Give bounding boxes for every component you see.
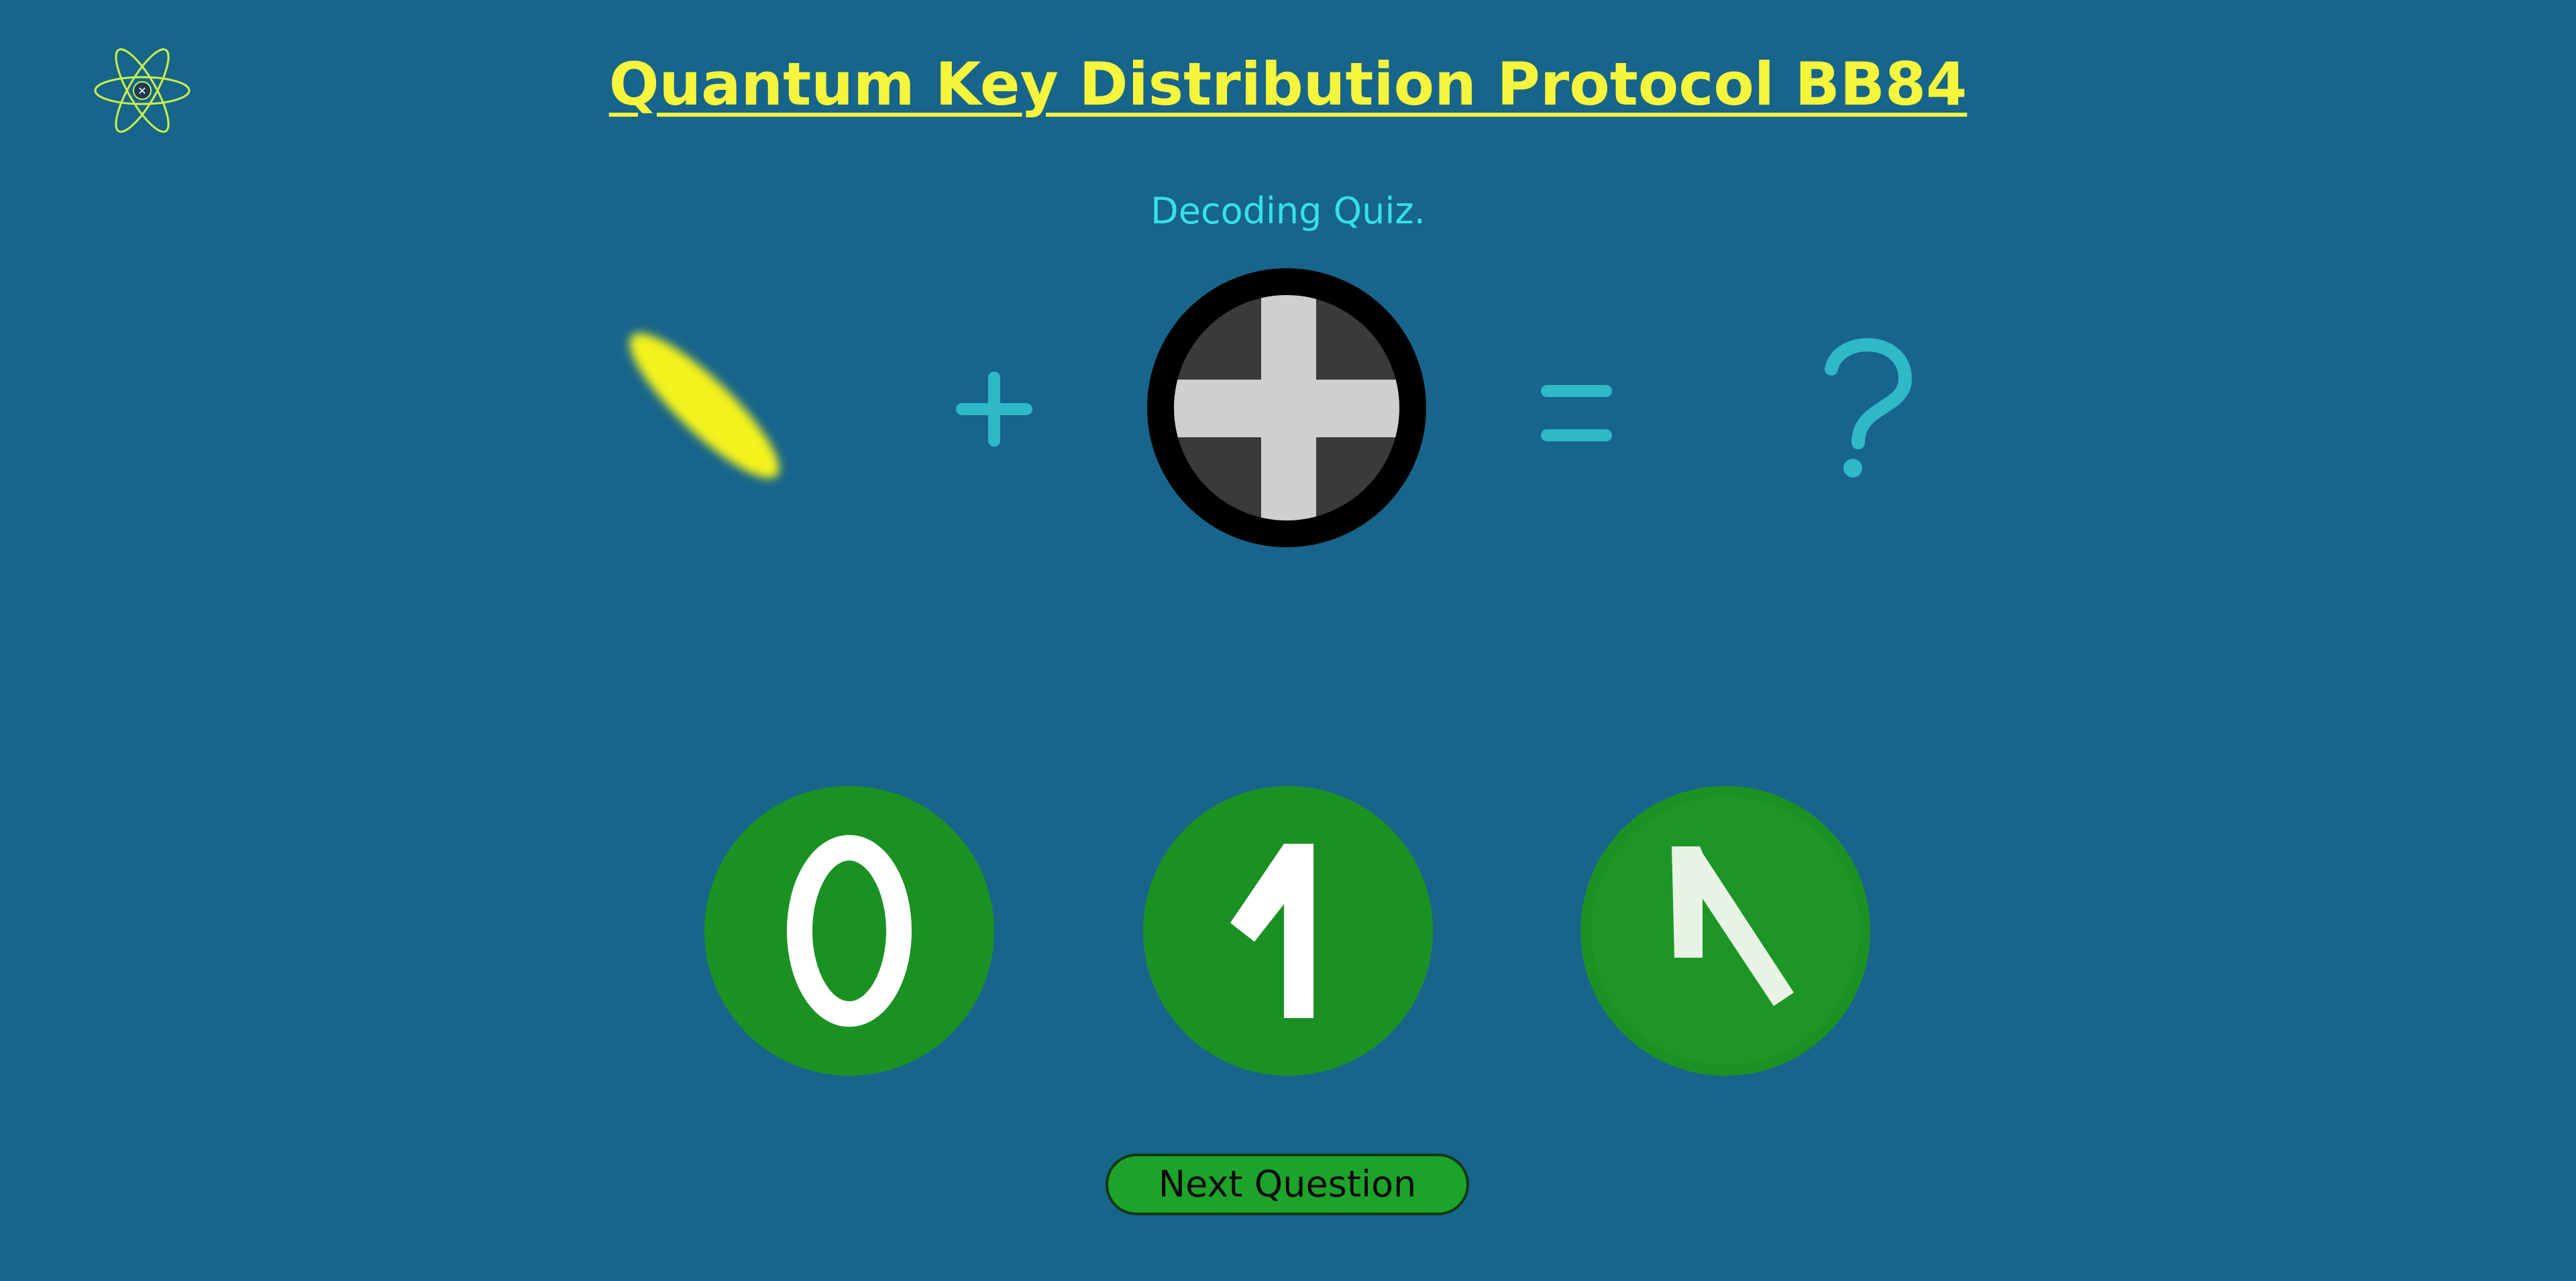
- random-bit-icon: [1591, 797, 1860, 1065]
- quiz-screen: ✕ Quantum Key Distribution Protocol BB84…: [0, 0, 2576, 1281]
- plus-icon: [947, 366, 1041, 459]
- diagonal-photon-icon: [604, 315, 805, 496]
- answer-random-button[interactable]: [1580, 786, 1870, 1076]
- page-title: Quantum Key Distribution Protocol BB84: [608, 50, 1968, 119]
- digit-one-icon: [1230, 844, 1313, 1018]
- question-mark-icon: [1811, 329, 1919, 483]
- digit-zero-icon: [787, 835, 912, 1027]
- answer-zero-button[interactable]: [704, 786, 994, 1076]
- answer-one-button[interactable]: [1143, 786, 1433, 1076]
- quiz-subtitle: Decoding Quiz.: [1150, 190, 1426, 232]
- next-question-button[interactable]: Next Question: [1106, 1154, 1469, 1215]
- equals-icon: [1531, 366, 1625, 459]
- rectilinear-filter-icon: [1146, 267, 1428, 549]
